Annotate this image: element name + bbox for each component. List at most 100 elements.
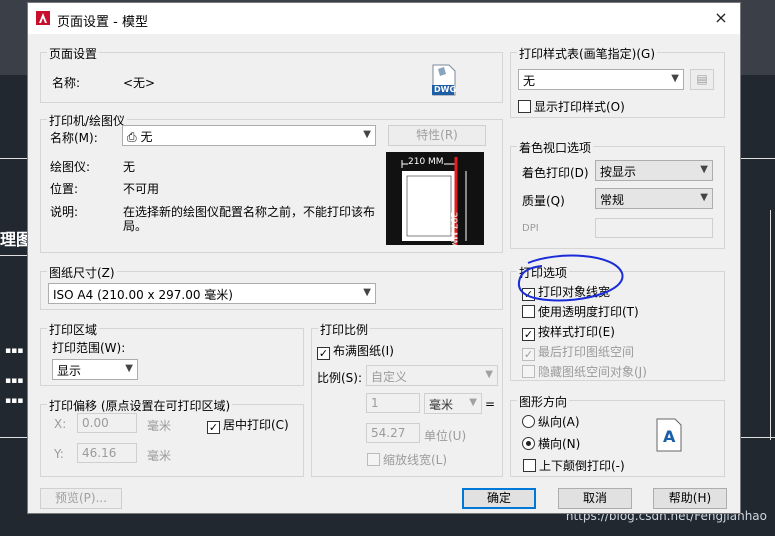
fit-to-paper-checkbox[interactable]: ✓ 布满图纸(I) <box>317 342 394 360</box>
center-plot-checkbox[interactable]: ✓ 居中打印(C) <box>207 416 289 434</box>
preview-button[interactable]: 预览(P)... <box>40 488 122 509</box>
location-label: 位置: <box>50 182 79 196</box>
chevron-down-icon: ▼ <box>671 73 679 84</box>
scale-unit-value: 毫米 <box>429 398 454 412</box>
paper-size-value: ISO A4 (210.00 x 297.00 毫米) <box>53 288 233 302</box>
chevron-down-icon: ▼ <box>363 129 371 140</box>
plot-style-select[interactable]: 无 ▼ <box>518 69 684 90</box>
center-plot-label: 居中打印(C) <box>223 418 289 432</box>
scale-label: 比例(S): <box>317 371 363 385</box>
chevron-down-icon: ▼ <box>700 192 708 203</box>
dwg-icon-text: DWG <box>434 85 457 94</box>
upside-down-checkbox[interactable]: 上下颠倒打印(-) <box>523 457 625 474</box>
title-bar: 页面设置 - 模型 × <box>28 3 740 34</box>
radio-on-icon <box>522 437 535 450</box>
dialog-title: 页面设置 - 模型 <box>57 15 148 30</box>
scale-value: 自定义 <box>371 370 408 384</box>
description-label: 说明: <box>50 205 79 219</box>
scale-unit2-label: 单位(U) <box>424 429 467 443</box>
page-setup-name-label: 名称: <box>52 76 81 90</box>
plot-paperspace-last-checkbox[interactable]: ✓ 最后打印图纸空间 <box>522 343 634 361</box>
group-title: 打印区域 <box>47 321 100 338</box>
group-title: 图形方向 <box>517 393 570 410</box>
edit-plot-style-button[interactable]: ▤ <box>690 69 714 90</box>
cad-line <box>770 210 771 440</box>
plot-with-styles-checkbox[interactable]: ✓ 按样式打印(E) <box>522 323 615 341</box>
scale-value1-input[interactable]: 1 <box>366 393 420 413</box>
help-button[interactable]: 帮助(H) <box>653 488 727 509</box>
group-title: 打印偏移 (原点设置在可打印区域) <box>47 397 233 414</box>
fit-to-paper-label: 布满图纸(I) <box>333 344 394 358</box>
offset-x-input[interactable]: 0.00 <box>77 413 137 433</box>
close-button[interactable]: × <box>708 7 734 29</box>
scale-lineweights-checkbox[interactable]: 缩放线宽(L) <box>367 451 447 468</box>
preview-height-label: 297 MM <box>448 212 458 248</box>
landscape-radio[interactable]: 横向(N) <box>522 435 580 452</box>
plotter-value: 无 <box>123 160 136 174</box>
landscape-orientation-icon: A <box>656 418 682 452</box>
group-title: 着色视口选项 <box>517 139 594 156</box>
chevron-down-icon: ▼ <box>363 287 371 298</box>
paper-size-select[interactable]: ISO A4 (210.00 x 297.00 毫米) ▼ <box>48 283 376 304</box>
shade-plot-label: 着色打印(D) <box>522 166 589 180</box>
paper-preview: 210 MM 297 MM <box>386 152 484 248</box>
checkbox-unchecked-icon <box>522 365 535 378</box>
plot-range-value: 显示 <box>57 364 82 378</box>
quality-label: 质量(Q) <box>522 194 565 208</box>
offset-x-label: X: <box>54 417 67 431</box>
plot-transparency-checkbox[interactable]: 使用透明度打印(T) <box>522 303 639 320</box>
plot-paperspace-last-label: 最后打印图纸空间 <box>538 345 635 359</box>
plotter-name-select[interactable]: ⎙ 无 ▼ <box>122 125 376 146</box>
landscape-label: 横向(N) <box>538 437 581 451</box>
dpi-input[interactable] <box>595 218 713 238</box>
checkbox-checked-icon: ✓ <box>522 348 535 361</box>
scale-value2-input[interactable]: 54.27 <box>366 423 420 443</box>
location-value: 不可用 <box>123 182 160 196</box>
plot-transparency-label: 使用透明度打印(T) <box>538 305 639 319</box>
hide-paperspace-objects-checkbox[interactable]: 隐藏图纸空间对象(J) <box>522 363 647 380</box>
scale-unit-select[interactable]: 毫米 ▼ <box>424 393 482 414</box>
portrait-label: 纵向(A) <box>538 415 580 429</box>
offset-x-unit: 毫米 <box>147 419 172 433</box>
plotter-name-value: 无 <box>140 130 153 144</box>
cad-line <box>0 437 27 438</box>
checkbox-unchecked-icon <box>522 305 535 318</box>
offset-y-input[interactable]: 46.16 <box>77 443 137 463</box>
shade-plot-value: 按显示 <box>600 165 637 179</box>
plot-style-value: 无 <box>523 74 536 88</box>
radio-off-icon <box>522 415 535 428</box>
dpi-label: DPI <box>522 223 539 234</box>
cad-small-text: ▪▪▪ <box>5 346 24 356</box>
quality-select[interactable]: 常规 ▼ <box>595 188 713 209</box>
chevron-down-icon: ▼ <box>125 363 133 374</box>
group-title: 打印机/绘图仪 <box>47 112 128 129</box>
chevron-down-icon: ▼ <box>700 164 708 175</box>
autocad-logo-icon <box>36 11 50 25</box>
ok-button[interactable]: 确定 <box>462 488 536 509</box>
offset-y-unit: 毫米 <box>147 449 172 463</box>
cad-line <box>741 158 775 159</box>
scale-select[interactable]: 自定义 ▼ <box>366 365 498 386</box>
shade-plot-select[interactable]: 按显示 ▼ <box>595 160 713 181</box>
group-title: 图纸尺寸(Z) <box>47 264 117 281</box>
checkbox-checked-icon: ✓ <box>522 328 535 341</box>
equals-sign: = <box>485 397 496 411</box>
display-plot-styles-checkbox[interactable]: 显示打印样式(O) <box>518 98 625 115</box>
properties-button[interactable]: 特性(R) <box>388 125 486 146</box>
checkbox-checked-icon: ✓ <box>207 421 220 434</box>
orientation-icon-letter: A <box>663 427 676 446</box>
checkbox-checked-icon: ✓ <box>317 347 330 360</box>
chevron-down-icon: ▼ <box>469 397 477 408</box>
checkbox-unchecked-icon <box>367 453 380 466</box>
quality-value: 常规 <box>600 193 625 207</box>
cad-small-text: ▪▪▪ <box>5 396 24 406</box>
cancel-button[interactable]: 取消 <box>558 488 632 509</box>
group-title: 打印比例 <box>318 321 371 338</box>
plotter-name-label: 名称(M): <box>50 131 98 145</box>
portrait-radio[interactable]: 纵向(A) <box>522 413 580 430</box>
offset-y-label: Y: <box>54 447 64 461</box>
printer-edit-icon: ▤ <box>696 72 708 86</box>
plot-range-select[interactable]: 显示 ▼ <box>52 359 138 380</box>
checkbox-unchecked-icon <box>518 100 531 113</box>
group-title: 打印样式表(画笔指定)(G) <box>517 45 658 62</box>
